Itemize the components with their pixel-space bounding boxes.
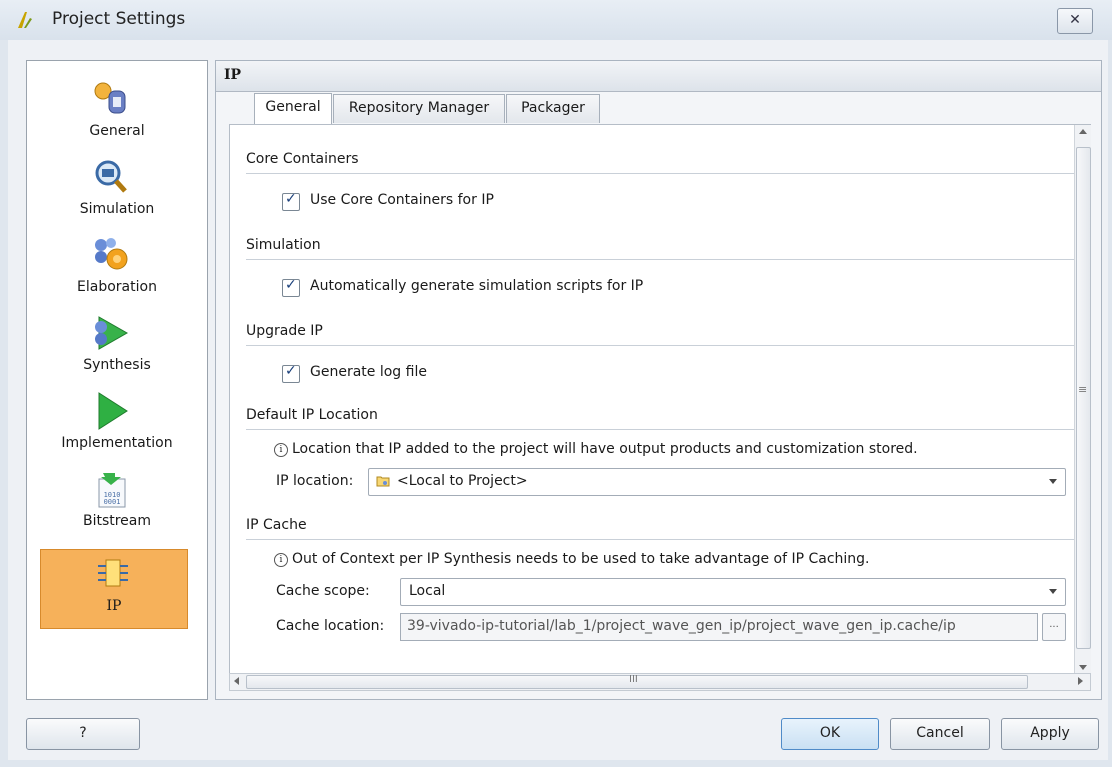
implementation-icon bbox=[98, 392, 128, 430]
nav-label: Bitstream bbox=[82, 513, 152, 529]
ip-location-info: i Location that IP added to the project w… bbox=[274, 441, 918, 457]
section-title-core-containers: Core Containers bbox=[246, 151, 359, 167]
cache-scope-label: Cache scope: bbox=[276, 583, 370, 599]
generate-log-file-label: Generate log file bbox=[310, 364, 427, 380]
panel-header: IP bbox=[216, 61, 1101, 92]
nav-label: General bbox=[89, 123, 145, 139]
use-core-containers-label: Use Core Containers for IP bbox=[310, 192, 494, 208]
section-title-ip-cache: IP Cache bbox=[246, 517, 307, 533]
section-title-upgrade-ip: Upgrade IP bbox=[246, 323, 323, 339]
browse-button[interactable]: ... bbox=[1042, 613, 1066, 641]
section-title-default-ip-location: Default IP Location bbox=[246, 407, 378, 423]
scroll-up-icon[interactable] bbox=[1079, 129, 1087, 134]
nav-item-elaboration[interactable]: Elaboration bbox=[27, 231, 207, 309]
ip-location-label: IP location: bbox=[276, 473, 354, 489]
cancel-button[interactable]: Cancel bbox=[890, 718, 990, 750]
scroll-left-icon[interactable] bbox=[234, 677, 239, 685]
ok-button[interactable]: OK bbox=[781, 718, 879, 750]
section-divider bbox=[246, 429, 1074, 430]
chevron-down-icon bbox=[1049, 589, 1057, 594]
window-title: Project Settings bbox=[52, 9, 186, 29]
folder-icon bbox=[376, 476, 390, 487]
cache-scope-value: Local bbox=[409, 583, 446, 599]
tab-packager[interactable]: Packager bbox=[506, 94, 600, 123]
close-button[interactable]: ✕ bbox=[1057, 8, 1093, 34]
simulation-icon bbox=[95, 160, 127, 193]
scroll-down-icon[interactable] bbox=[1079, 665, 1087, 670]
vivado-logo-icon bbox=[18, 12, 32, 28]
nav-label: Synthesis bbox=[83, 357, 151, 373]
help-button[interactable]: ? bbox=[26, 718, 140, 750]
panel-title: IP bbox=[224, 67, 242, 83]
settings-panel: IP General Repository Manager Packager C… bbox=[215, 60, 1102, 700]
svg-text:0001: 0001 bbox=[104, 498, 121, 506]
nav-item-implementation[interactable]: Implementation bbox=[27, 387, 207, 465]
vertical-scrollbar[interactable]: ≡ bbox=[1074, 125, 1091, 680]
cache-scope-dropdown[interactable]: Local bbox=[400, 578, 1066, 606]
tab-repository-manager[interactable]: Repository Manager bbox=[333, 94, 505, 123]
horizontal-scroll-thumb[interactable]: III bbox=[246, 674, 1028, 689]
nav-label: Elaboration bbox=[77, 279, 157, 295]
section-divider bbox=[246, 345, 1074, 346]
scroll-grip: III bbox=[629, 674, 638, 685]
nav-label: IP bbox=[106, 598, 122, 614]
cache-location-label: Cache location: bbox=[276, 618, 385, 634]
settings-nav: General Simulation Elaboration Synthesis bbox=[26, 60, 208, 700]
nav-item-general[interactable]: General bbox=[27, 75, 207, 153]
scroll-right-icon[interactable] bbox=[1078, 677, 1083, 685]
section-title-simulation: Simulation bbox=[246, 237, 321, 253]
horizontal-scrollbar[interactable]: III bbox=[229, 673, 1091, 691]
title-bar: Project Settings ✕ bbox=[0, 0, 1112, 40]
nav-label: Simulation bbox=[79, 201, 155, 217]
info-icon: i bbox=[274, 553, 288, 567]
chevron-down-icon bbox=[1049, 479, 1057, 484]
nav-item-synthesis[interactable]: Synthesis bbox=[27, 309, 207, 387]
ip-icon bbox=[98, 559, 128, 587]
generate-log-file-checkbox[interactable] bbox=[282, 363, 300, 383]
elaboration-icon bbox=[95, 238, 128, 270]
auto-generate-sim-scripts-label: Automatically generate simulation script… bbox=[310, 278, 644, 294]
bitstream-icon: 1010 0001 bbox=[98, 473, 126, 508]
synthesis-icon bbox=[95, 316, 129, 350]
ip-location-value: <Local to Project> bbox=[397, 473, 528, 489]
tab-content: Core Containers Use Core Containers for … bbox=[229, 124, 1091, 681]
nav-label: Implementation bbox=[61, 435, 173, 451]
ip-location-dropdown[interactable]: <Local to Project> bbox=[368, 468, 1066, 496]
section-divider bbox=[246, 173, 1074, 174]
auto-generate-sim-scripts-checkbox[interactable] bbox=[282, 277, 300, 297]
tab-general[interactable]: General bbox=[254, 93, 332, 124]
section-divider bbox=[246, 539, 1074, 540]
scroll-grip: ≡ bbox=[1078, 383, 1088, 396]
apply-button[interactable]: Apply bbox=[1001, 718, 1099, 750]
section-divider bbox=[246, 259, 1074, 260]
vertical-scroll-thumb[interactable]: ≡ bbox=[1076, 147, 1091, 649]
ip-cache-info: i Out of Context per IP Synthesis needs t… bbox=[274, 551, 870, 567]
nav-item-bitstream[interactable]: 1010 0001 Bitstream bbox=[27, 465, 207, 543]
general-icon bbox=[94, 82, 126, 114]
nav-item-ip[interactable]: IP bbox=[40, 549, 188, 629]
use-core-containers-checkbox[interactable] bbox=[282, 191, 300, 211]
cache-location-field[interactable]: 39-vivado-ip-tutorial/lab_1/project_wave… bbox=[400, 613, 1038, 641]
nav-item-simulation[interactable]: Simulation bbox=[27, 153, 207, 231]
info-icon: i bbox=[274, 443, 288, 457]
